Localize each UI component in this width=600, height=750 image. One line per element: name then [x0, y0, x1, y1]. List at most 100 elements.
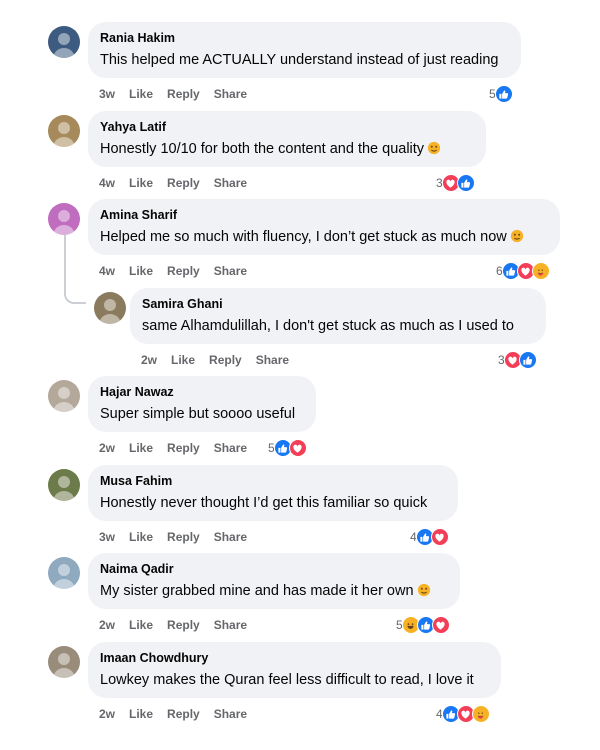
care-reaction-icon	[531, 262, 550, 280]
like-link[interactable]: Like	[129, 530, 153, 544]
commenter-name[interactable]: Musa Fahim	[100, 473, 446, 489]
comment-actions: 4w Like Reply Share	[99, 175, 261, 191]
share-link[interactable]: Share	[214, 707, 247, 721]
share-link[interactable]: Share	[214, 530, 247, 544]
avatar[interactable]	[48, 26, 80, 58]
like-link[interactable]: Like	[171, 353, 195, 367]
timestamp: 2w	[99, 707, 116, 721]
comment-text: Honestly 10/10 for both the content and …	[100, 141, 425, 157]
like-link[interactable]: Like	[129, 618, 153, 632]
commenter-name[interactable]: Amina Sharif	[100, 207, 548, 223]
comment: Hajar Nawaz Super simple but soooo useful…	[0, 376, 600, 464]
comment-text: Super simple but soooo useful	[100, 406, 296, 422]
comment: Yahya Latif Honestly 10/10 for both the c…	[0, 111, 600, 199]
comment-bubble: Hajar Nawaz Super simple but soooo useful	[88, 376, 316, 432]
comment-text: Honestly never thought I’d get this fami…	[100, 495, 428, 511]
share-link[interactable]: Share	[214, 264, 247, 278]
reply-link[interactable]: Reply	[167, 618, 200, 632]
reply-link[interactable]: Reply	[167, 441, 200, 455]
love-reaction-icon	[431, 616, 450, 634]
avatar[interactable]	[48, 469, 80, 501]
reply-link[interactable]: Reply	[167, 176, 200, 190]
comment-actions: 3w Like Reply Share	[99, 529, 261, 545]
comment: Amina Sharif Helped me so much with fluen…	[0, 199, 600, 287]
comment-text-line: Helped me so much with fluency, I don’t …	[100, 226, 548, 248]
commenter-name[interactable]: Hajar Nawaz	[100, 384, 304, 400]
commenter-name[interactable]: Samira Ghani	[142, 296, 534, 312]
comment-text-line: Honestly never thought I’d get this fami…	[100, 492, 446, 514]
timestamp: 4w	[99, 176, 116, 190]
commenter-name[interactable]: Yahya Latif	[100, 119, 474, 135]
like-reaction-icon	[494, 85, 513, 103]
comment-text: same Alhamdulillah, I don't get stuck as…	[142, 318, 514, 334]
comment-bubble: Amina Sharif Helped me so much with fluen…	[88, 199, 560, 255]
pleading-face-emoji	[510, 228, 524, 243]
like-link[interactable]: Like	[129, 707, 153, 721]
comment-bubble: Yahya Latif Honestly 10/10 for both the c…	[88, 111, 486, 167]
timestamp: 3w	[99, 530, 116, 544]
share-link[interactable]: Share	[214, 176, 247, 190]
reply-link[interactable]: Reply	[167, 530, 200, 544]
like-link[interactable]: Like	[129, 176, 153, 190]
rofl-emoji	[417, 582, 431, 597]
love-reaction-icon	[430, 528, 449, 546]
reply-link[interactable]: Reply	[209, 353, 242, 367]
share-link[interactable]: Share	[214, 618, 247, 632]
comment: Naima Qadir My sister grabbed mine and ha…	[0, 553, 600, 641]
avatar[interactable]	[48, 203, 80, 235]
reaction-summary[interactable]: 5	[268, 439, 307, 457]
timestamp: 2w	[99, 618, 116, 632]
reaction-summary[interactable]: 4	[436, 705, 490, 723]
comment-bubble: Samira Ghani same Alhamdulillah, I don't …	[130, 288, 546, 344]
comment-text-line: This helped me ACTUALLY understand inste…	[100, 49, 509, 71]
avatar[interactable]	[94, 292, 126, 324]
avatar[interactable]	[48, 380, 80, 412]
comment-text-line: Lowkey makes the Quran feel less difficu…	[100, 669, 489, 691]
comment-bubble: Musa Fahim Honestly never thought I’d get…	[88, 465, 458, 521]
reaction-summary[interactable]: 6	[496, 262, 550, 280]
like-link[interactable]: Like	[129, 264, 153, 278]
share-link[interactable]: Share	[214, 87, 247, 101]
like-link[interactable]: Like	[129, 87, 153, 101]
love-reaction-icon	[288, 439, 307, 457]
commenter-name[interactable]: Imaan Chowdhury	[100, 650, 489, 666]
comment-actions: 2w Like Reply Share	[99, 706, 261, 722]
reply-link[interactable]: Reply	[167, 264, 200, 278]
comment-text: My sister grabbed mine and has made it h…	[100, 583, 414, 599]
care-reaction-icon	[471, 705, 490, 723]
comment-actions: 2w Like Reply Share	[99, 440, 261, 456]
comment-text: Lowkey makes the Quran feel less difficu…	[100, 672, 474, 688]
timestamp: 4w	[99, 264, 116, 278]
share-link[interactable]: Share	[214, 441, 247, 455]
like-link[interactable]: Like	[129, 441, 153, 455]
reaction-summary[interactable]: 4	[410, 528, 449, 546]
reaction-summary[interactable]: 5	[396, 616, 450, 634]
timestamp: 2w	[99, 441, 116, 455]
comment-actions: 2w Like Reply Share	[99, 617, 261, 633]
avatar[interactable]	[48, 557, 80, 589]
comment-text: Helped me so much with fluency, I don’t …	[100, 229, 507, 245]
comment-actions: 3w Like Reply Share	[99, 86, 261, 102]
share-link[interactable]: Share	[256, 353, 289, 367]
avatar[interactable]	[48, 646, 80, 678]
like-reaction-icon	[518, 351, 537, 369]
commenter-name[interactable]: Naima Qadir	[100, 561, 448, 577]
comment-bubble: Naima Qadir My sister grabbed mine and ha…	[88, 553, 460, 609]
comment-text-line: My sister grabbed mine and has made it h…	[100, 580, 448, 602]
comment-text-line: Super simple but soooo useful	[100, 403, 304, 425]
comment: Imaan Chowdhury Lowkey makes the Quran fe…	[0, 642, 600, 730]
comment-actions: 2w Like Reply Share	[141, 352, 303, 368]
reply-link[interactable]: Reply	[167, 87, 200, 101]
comment: Rania Hakim This helped me ACTUALLY under…	[0, 22, 600, 110]
reply-link[interactable]: Reply	[167, 707, 200, 721]
reaction-summary[interactable]: 3	[498, 351, 537, 369]
reaction-summary[interactable]: 5	[489, 85, 513, 103]
timestamp: 3w	[99, 87, 116, 101]
reaction-summary[interactable]: 3	[436, 174, 475, 192]
like-reaction-icon	[456, 174, 475, 192]
comment: Musa Fahim Honestly never thought I’d get…	[0, 465, 600, 553]
commenter-name[interactable]: Rania Hakim	[100, 30, 509, 46]
raising-hands-emoji	[427, 140, 441, 155]
avatar[interactable]	[48, 115, 80, 147]
comment-text-line: same Alhamdulillah, I don't get stuck as…	[142, 315, 534, 337]
